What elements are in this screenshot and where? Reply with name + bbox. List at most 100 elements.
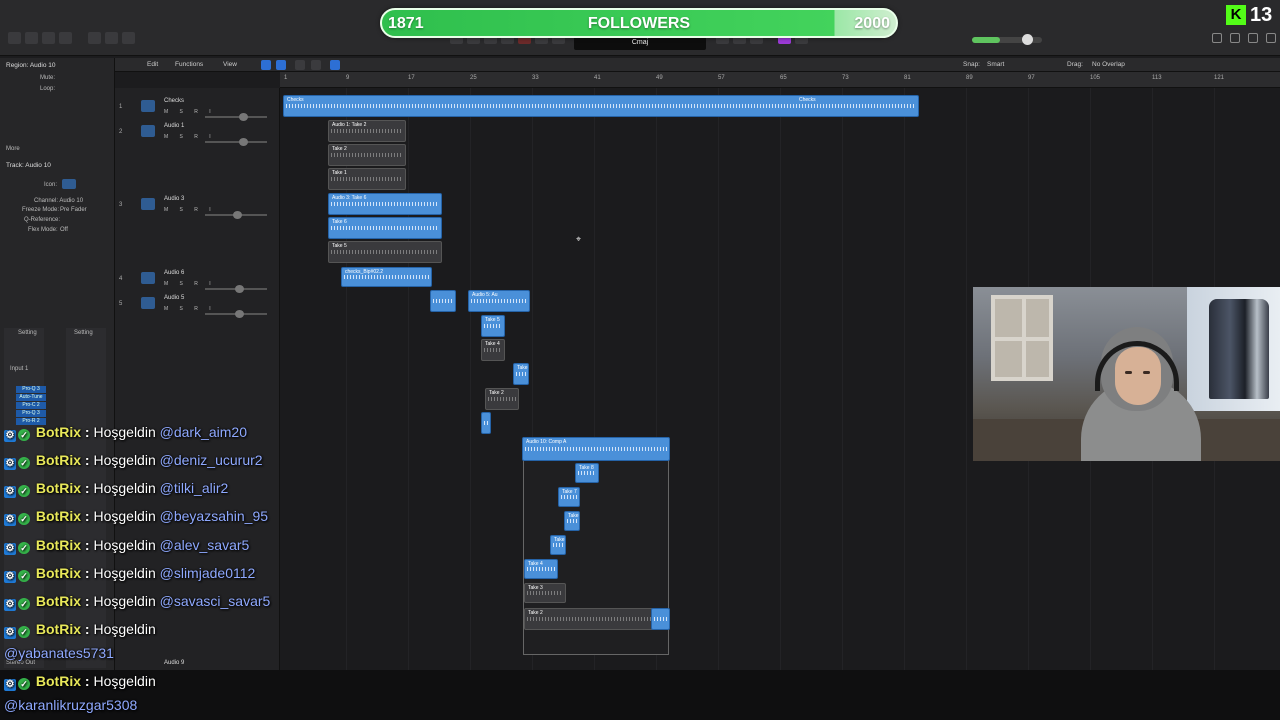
take-region-selected[interactable] — [651, 608, 670, 630]
edit-menu[interactable]: Edit — [147, 61, 158, 68]
take-folder-audio5[interactable]: Audio 5: Au — [468, 290, 530, 312]
audio-region-checks[interactable]: Checks Checks — [283, 95, 919, 117]
view-menu[interactable]: View — [223, 61, 237, 68]
take-region[interactable]: Take 4 — [481, 339, 505, 361]
take-region[interactable]: Take 3 — [524, 583, 566, 603]
track-name[interactable]: Audio 3 — [164, 196, 184, 202]
track-header[interactable]: 3 Audio 3 M S R I — [115, 194, 280, 219]
setting-button-right[interactable]: Setting — [74, 330, 93, 336]
audio-track-icon — [141, 297, 155, 309]
track-name[interactable]: Audio 6 — [164, 270, 184, 276]
audio-region-small[interactable] — [430, 290, 456, 312]
flex-tool-icon[interactable] — [311, 60, 321, 70]
track-msri-buttons[interactable]: M S R I — [164, 281, 216, 287]
setting-button-left[interactable]: Setting — [18, 330, 37, 336]
track-header[interactable]: 4 Audio 6 M S R I — [115, 268, 280, 293]
region-title: Take 4 — [485, 341, 500, 347]
track-volume-slider[interactable] — [205, 138, 267, 146]
help-button[interactable] — [42, 32, 55, 44]
drag-select[interactable]: No Overlap — [1092, 61, 1125, 68]
output-slot-left[interactable]: Stereo Out — [6, 660, 35, 666]
track-name[interactable]: Checks — [164, 98, 184, 104]
grid-view-icon[interactable] — [261, 60, 271, 70]
plugin-slot-4[interactable]: Pro-Q 3 — [16, 410, 46, 417]
take-folder-audio10[interactable]: Audio 10: Comp A — [522, 437, 670, 461]
chat-username: BotRix — [35, 452, 82, 468]
take-region[interactable] — [481, 412, 491, 434]
ruler-label: 25 — [470, 75, 477, 81]
take-folder-audio3[interactable]: Audio 3: Take 6 — [328, 193, 442, 215]
mixer-button[interactable] — [105, 32, 118, 44]
verified-badge-icon: ✓ — [18, 513, 30, 525]
more-disclosure[interactable]: More — [6, 146, 20, 152]
editors-button[interactable] — [122, 32, 135, 44]
take-region[interactable]: Take 6 — [328, 217, 442, 239]
chat-message: ⚙ ✓ BotRix : Hoşgeldin @savasci_savar5 — [4, 593, 271, 611]
list-view-icon[interactable] — [276, 60, 286, 70]
toolbar-button[interactable] — [59, 32, 72, 44]
take-region[interactable]: Take — [513, 363, 529, 385]
plugin-slot-3[interactable]: Pro-C 2 — [16, 402, 46, 409]
ruler-label: 57 — [718, 75, 725, 81]
track-volume-slider[interactable] — [205, 285, 267, 293]
track-name[interactable]: Audio 9 — [164, 660, 184, 666]
take-region[interactable]: Take 5 — [481, 315, 505, 337]
track-header[interactable]: 5 Audio 5 M S R I — [115, 293, 280, 318]
take-region[interactable]: Take 2 — [328, 144, 406, 166]
track-msri-buttons[interactable]: M S R I — [164, 207, 216, 213]
inspector-button[interactable] — [25, 32, 38, 44]
take-region[interactable]: Take 5 — [328, 241, 442, 263]
take-region[interactable]: Take 7 — [558, 487, 580, 507]
bot-badge-icon: ⚙ — [4, 571, 16, 583]
browsers-icon[interactable] — [1266, 33, 1276, 43]
track-msri-buttons[interactable]: M S R I — [164, 134, 216, 140]
track-inspector-header[interactable]: Track: Audio 10 — [6, 162, 51, 169]
verified-badge-icon: ✓ — [18, 457, 30, 469]
track-waveform-icon[interactable] — [62, 179, 76, 189]
master-volume-slider[interactable] — [972, 34, 1042, 45]
input-slot[interactable]: Input 1 — [10, 366, 28, 372]
take-region[interactable]: Take 4 — [524, 559, 558, 579]
lcd-display[interactable]: Cmaj — [574, 36, 706, 50]
smart-controls-button[interactable] — [88, 32, 101, 44]
track-volume-slider[interactable] — [205, 113, 267, 121]
region-inspector-header[interactable]: Region: Audio 10 — [6, 62, 56, 69]
channel-label: Channel: Audio 10 — [34, 198, 84, 204]
take-region[interactable]: Take 2 — [485, 388, 519, 410]
ruler-label: 113 — [1152, 75, 1162, 81]
chat-mention: @tilki_alir2 — [159, 480, 229, 496]
snap-select[interactable]: Smart — [987, 61, 1004, 68]
take-region[interactable]: Take — [564, 511, 580, 531]
take-region[interactable]: Take — [550, 535, 566, 555]
ruler-label: 81 — [904, 75, 911, 81]
freeze-mode-select[interactable]: Pre Fader — [60, 207, 87, 213]
functions-menu[interactable]: Functions — [175, 61, 203, 68]
ruler-label: 97 — [1028, 75, 1035, 81]
track-msri-buttons[interactable]: M S R I — [164, 306, 216, 312]
notepad-icon[interactable] — [1230, 33, 1240, 43]
list-editors-icon[interactable] — [1212, 33, 1222, 43]
track-volume-slider[interactable] — [205, 310, 267, 318]
plugin-slot-2[interactable]: Auto-Tune — [16, 394, 46, 401]
track-header[interactable]: 1 Checks M S R I — [115, 96, 280, 121]
track-name[interactable]: Audio 1 — [164, 123, 184, 129]
take-folder-audio1[interactable]: Audio 1: Take 2 — [328, 120, 406, 142]
volume-knob[interactable] — [1022, 34, 1033, 45]
take-region[interactable]: Take 8 — [575, 463, 599, 483]
flex-mode-select[interactable]: Off — [60, 227, 68, 233]
pointer-tool-icon[interactable] — [295, 60, 305, 70]
library-button[interactable] — [8, 32, 21, 44]
track-msri-buttons[interactable]: M S R I — [164, 109, 216, 115]
plugin-slot-1[interactable]: Pro-Q 3 — [16, 386, 46, 393]
track-volume-slider[interactable] — [205, 211, 267, 219]
catch-playhead-icon[interactable] — [330, 60, 340, 70]
take-region[interactable]: Take 2 — [524, 608, 670, 630]
loop-browser-icon[interactable] — [1248, 33, 1258, 43]
track-name[interactable]: Audio 5 — [164, 295, 184, 301]
audio-region-checks-bip[interactable]: checks_Bip#02.2 — [341, 267, 432, 287]
bar-ruler[interactable]: 1 9 17 25 33 41 49 57 65 73 81 89 97 105… — [280, 72, 1280, 88]
track-header[interactable]: 2 Audio 1 M S R I — [115, 121, 280, 146]
take-region[interactable]: Take 1 — [328, 168, 406, 190]
chat-mention: @deniz_ucurur2 — [159, 452, 263, 468]
verified-badge-icon: ✓ — [18, 570, 30, 582]
